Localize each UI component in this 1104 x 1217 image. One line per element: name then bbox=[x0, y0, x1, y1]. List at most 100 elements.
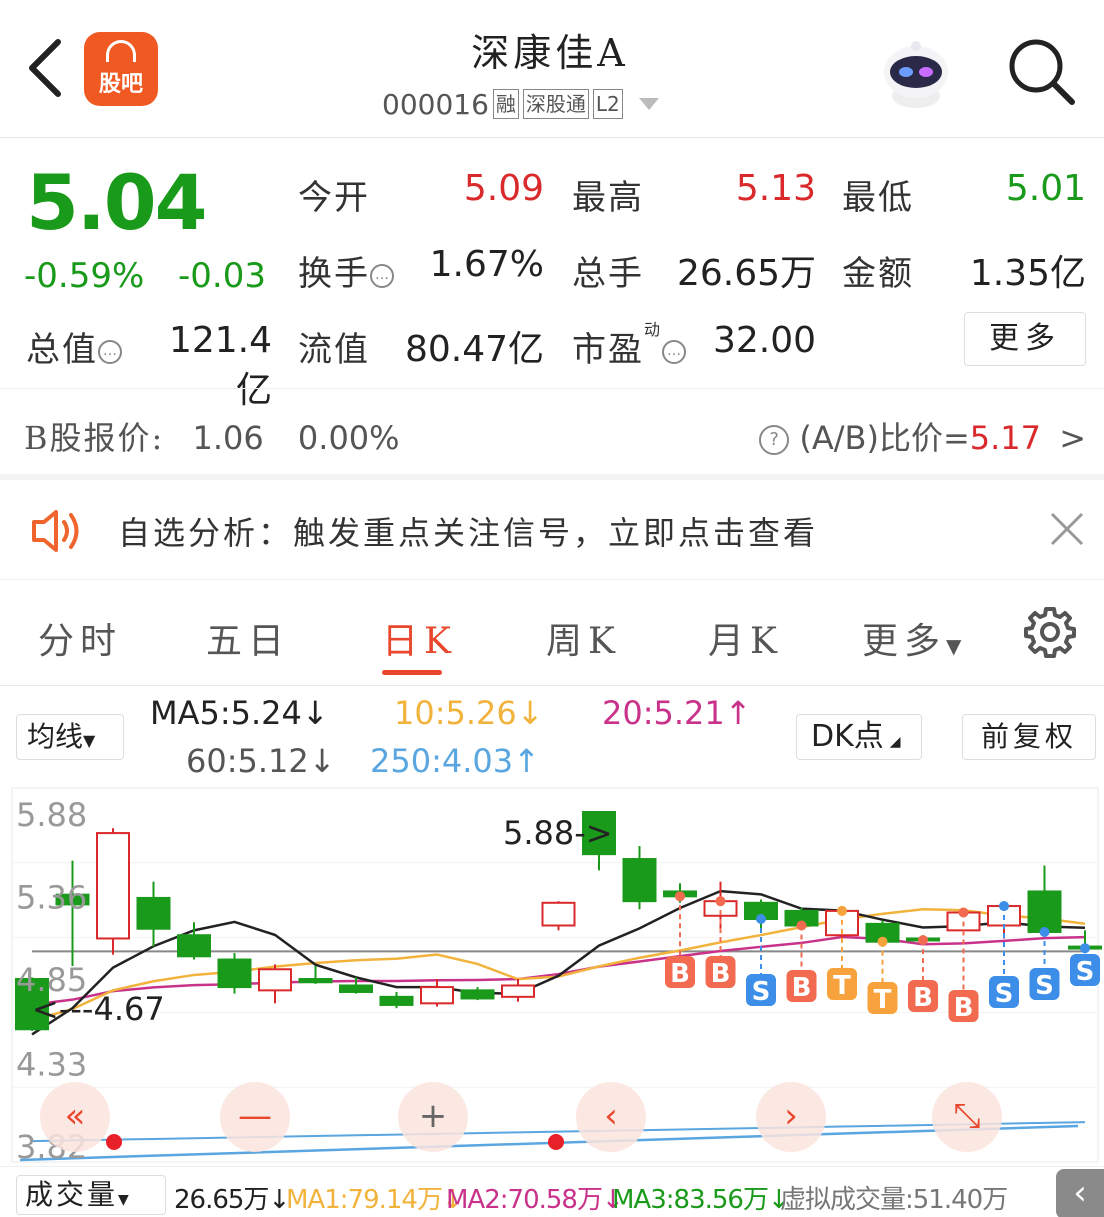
volume-selector[interactable]: 成交量▼ bbox=[16, 1175, 166, 1215]
signal-letter: B bbox=[711, 959, 731, 989]
signal-dot bbox=[918, 935, 928, 946]
candle-body bbox=[96, 832, 130, 940]
analysis-notice[interactable]: 自选分析：触发重点关注信号，立即点击查看 bbox=[0, 480, 1104, 580]
tab-monthly-k[interactable]: 月K bbox=[708, 612, 783, 664]
ma60-value: 60:5.12↓ bbox=[186, 742, 336, 780]
volume-ma3-text: MA3:83.56万 bbox=[612, 1185, 769, 1215]
caret-down-icon: ▼ bbox=[118, 1192, 132, 1208]
open-value: 5.09 bbox=[463, 168, 544, 209]
float-cap-value: 80.47亿 bbox=[404, 329, 544, 370]
tab-weekly-k[interactable]: 周K bbox=[546, 612, 621, 664]
gear-icon[interactable] bbox=[1024, 606, 1076, 658]
signal-dot bbox=[1080, 943, 1090, 954]
amount-label: 金额 bbox=[842, 254, 914, 294]
ma60-arrow: ↓ bbox=[308, 742, 336, 780]
candle-body bbox=[379, 995, 414, 1006]
volume-ma2-text: MA2:70.58万 bbox=[446, 1185, 603, 1215]
adjust-button[interactable]: 前复权 bbox=[962, 714, 1096, 760]
tag-level2: L2 bbox=[592, 89, 623, 119]
signal-letter: B bbox=[913, 983, 933, 1013]
notice-text: 自选分析：触发重点关注信号，立即点击查看 bbox=[118, 514, 819, 552]
info-icon[interactable]: … bbox=[370, 264, 394, 288]
tab-more-label: 更多 bbox=[862, 621, 947, 662]
min-price-annotation: <---4.67 bbox=[32, 990, 165, 1028]
volume-value: 26.65万 bbox=[676, 253, 816, 294]
volume-ma2: MA2:70.58万↓ bbox=[446, 1179, 624, 1216]
tag-margin: 融 bbox=[492, 89, 519, 119]
low-value: 5.01 bbox=[1005, 168, 1086, 209]
signal-letter: S bbox=[995, 979, 1014, 1009]
ma-selector[interactable]: 均线▼ bbox=[16, 714, 124, 760]
tab-intraday[interactable]: 分时 bbox=[38, 612, 122, 664]
volume-indicator-bar: 成交量▼ 26.65万↓ MA1:79.14万↓ MA2:70.58万↓ MA3… bbox=[0, 1166, 1104, 1217]
chevron-down-icon[interactable] bbox=[638, 98, 659, 110]
volume-ma3: MA3:83.56万↓ bbox=[612, 1179, 790, 1216]
ma250-value: 250:4.03↑ bbox=[370, 742, 540, 780]
tab-five-day[interactable]: 五日 bbox=[206, 612, 290, 664]
market-cap-label: 总值… bbox=[26, 322, 122, 371]
info-icon[interactable]: … bbox=[662, 340, 687, 364]
candle-body bbox=[501, 984, 535, 998]
signal-dot bbox=[837, 905, 847, 916]
signal-dot bbox=[958, 907, 969, 918]
next-button[interactable]: › bbox=[756, 1082, 826, 1152]
y-tick-label: 4.33 bbox=[16, 1045, 87, 1083]
signal-dot bbox=[796, 920, 807, 931]
tab-more[interactable]: 更多▼ bbox=[862, 612, 967, 664]
caret-down-icon: ▼ bbox=[83, 731, 96, 750]
signal-letter: S bbox=[1076, 957, 1095, 987]
max-price-annotation: 5.88-> bbox=[503, 814, 613, 852]
float-cap-label: 流值 bbox=[298, 330, 370, 370]
rewind-button[interactable]: « bbox=[40, 1082, 110, 1152]
pe-value: 32.00 bbox=[712, 320, 816, 361]
guba-logo-button[interactable]: 股吧 bbox=[84, 32, 158, 106]
b-share-quote: B股报价: 1.06 0.00% bbox=[24, 413, 400, 459]
candle-body bbox=[298, 978, 333, 984]
signal-letter: B bbox=[670, 959, 690, 989]
b-share-label: B股报价: bbox=[24, 419, 165, 457]
search-icon[interactable] bbox=[1006, 36, 1076, 106]
stock-code-row[interactable]: 000016 融 深股通 L2 bbox=[382, 86, 659, 122]
ma20-arrow: ↑ bbox=[724, 694, 752, 732]
y-tick-label: 5.36 bbox=[16, 878, 87, 916]
collapse-panel-button[interactable]: ‹ bbox=[1056, 1169, 1104, 1217]
info-icon[interactable]: … bbox=[98, 340, 122, 364]
tab-daily-k[interactable]: 日K bbox=[382, 612, 457, 664]
pe-label-text: 市盈 bbox=[572, 330, 644, 370]
stock-code: 000016 bbox=[382, 87, 489, 121]
b-share-row[interactable]: B股报价: 1.06 0.00% ? (A/B)比价=5.17 > bbox=[0, 388, 1104, 474]
dk-point-button[interactable]: DK点 ◢ bbox=[796, 714, 922, 760]
signal-letter: B bbox=[792, 973, 812, 1003]
pe-label: 市盈动… bbox=[572, 320, 687, 371]
high-label: 最高 bbox=[572, 178, 644, 218]
volume-ma1: MA1:79.14万↓ bbox=[286, 1179, 464, 1216]
signal-dot bbox=[715, 896, 726, 907]
ma5-arrow: ↓ bbox=[301, 694, 329, 732]
more-button[interactable]: 更多 bbox=[964, 312, 1086, 366]
fullscreen-icon[interactable]: ⤡ bbox=[932, 1082, 1002, 1152]
last-price: 5.04 bbox=[26, 158, 208, 247]
trend-dot bbox=[548, 1134, 564, 1150]
ma250-text: 250:4.03 bbox=[370, 742, 514, 780]
volume-selector-label: 成交量 bbox=[25, 1178, 119, 1211]
y-tick-label: 5.88 bbox=[16, 796, 87, 834]
volume-value: 26.65万↓ bbox=[174, 1179, 290, 1216]
previous-button[interactable]: ‹ bbox=[576, 1082, 646, 1152]
signal-letter: B bbox=[954, 993, 974, 1023]
ab-ratio[interactable]: ? (A/B)比价=5.17 > bbox=[759, 413, 1086, 459]
change-percent: -0.59% bbox=[24, 256, 145, 296]
stock-title: 深康佳A bbox=[471, 31, 629, 75]
zoom-in-button[interactable]: + bbox=[398, 1082, 468, 1152]
turnover-label: 换手… bbox=[298, 246, 394, 295]
ma-lines bbox=[19, 889, 1086, 1162]
active-tab-indicator bbox=[382, 670, 442, 675]
tag-connect: 深股通 bbox=[522, 89, 589, 119]
zoom-out-button[interactable]: — bbox=[220, 1082, 290, 1152]
close-icon[interactable] bbox=[1046, 508, 1088, 550]
signal-letter: T bbox=[874, 985, 892, 1015]
candle-body bbox=[541, 901, 576, 927]
help-icon[interactable]: ? bbox=[759, 425, 790, 455]
back-icon[interactable] bbox=[22, 36, 70, 100]
candle-body bbox=[460, 989, 495, 1000]
robot-assistant-icon[interactable] bbox=[876, 34, 956, 112]
